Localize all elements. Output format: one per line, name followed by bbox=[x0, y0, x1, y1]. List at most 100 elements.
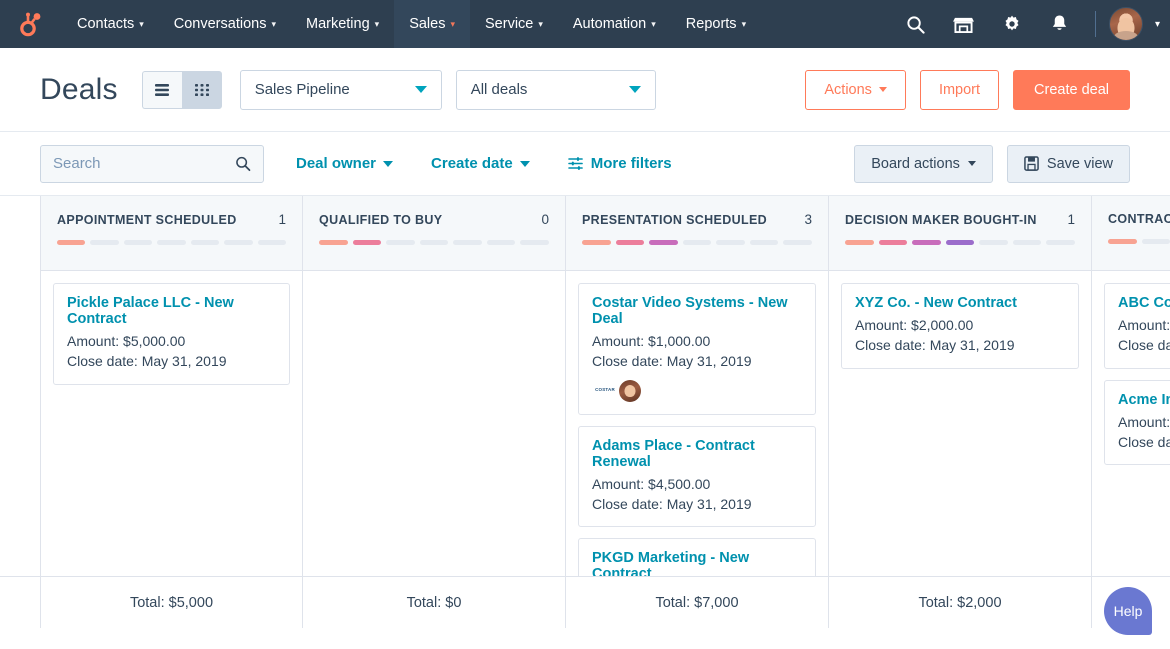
list-view-icon bbox=[155, 83, 170, 96]
column-cards: ABC Company - New Deal Amount: $3,000.00… bbox=[1092, 271, 1170, 576]
more-filters-button[interactable]: More filters bbox=[567, 155, 672, 172]
chevron-down-icon bbox=[519, 160, 530, 167]
stage-segment bbox=[257, 240, 286, 245]
deal-card-amount: Amount: $5,000.00 bbox=[67, 333, 186, 349]
stage-segment bbox=[912, 240, 941, 245]
deal-card[interactable]: Adams Place - Contract Renewal Amount: $… bbox=[578, 425, 816, 528]
nav-item-contacts[interactable]: Contacts ▾ bbox=[62, 0, 159, 48]
search-box[interactable] bbox=[40, 144, 264, 183]
deal-card[interactable]: Pickle Palace LLC - New Contract Amount:… bbox=[53, 283, 290, 385]
nav-item-reports[interactable]: Reports ▾ bbox=[671, 0, 761, 48]
stage-segment bbox=[319, 240, 348, 245]
column-title: PRESENTATION SCHEDULED bbox=[582, 212, 768, 227]
list-view-button[interactable] bbox=[141, 70, 182, 109]
chevron-down-icon: ▾ bbox=[450, 18, 455, 29]
stage-segment bbox=[520, 240, 550, 245]
pipeline-select[interactable]: Sales Pipeline bbox=[239, 69, 442, 110]
deal-owner-filter[interactable]: Deal owner bbox=[296, 155, 394, 172]
deal-card-close-date: Close date: May 31, 2019 bbox=[592, 495, 752, 512]
deal-card-close-date: Close date: May 31, 2019 bbox=[1118, 433, 1170, 450]
nav-label: Service bbox=[485, 16, 534, 32]
stage-segment bbox=[783, 240, 813, 245]
search-icon[interactable] bbox=[894, 0, 938, 48]
chevron-down-icon bbox=[967, 161, 976, 166]
nav-label: Contacts bbox=[77, 16, 135, 32]
filter-sliders-icon bbox=[567, 157, 583, 170]
company-logo-icon[interactable]: COSTAR bbox=[592, 380, 618, 401]
deal-card[interactable]: Acme Inc - Renewal Amount: $2,500.00 Clo… bbox=[1104, 379, 1170, 466]
nav-label: Automation bbox=[572, 16, 647, 32]
deal-card[interactable]: PKGD Marketing - New Contract Amount: $1… bbox=[578, 538, 816, 576]
chevron-down-icon[interactable]: ▾ bbox=[1155, 19, 1160, 30]
stage-segment bbox=[190, 240, 220, 245]
user-avatar[interactable] bbox=[1108, 7, 1143, 41]
chevron-down-icon: ▾ bbox=[139, 18, 144, 29]
deal-card-title[interactable]: XYZ Co. - New Contract bbox=[855, 295, 1065, 311]
grid-view-icon bbox=[194, 83, 209, 96]
primary-nav-items: Contacts ▾ Conversations ▾ Marketing ▾ S… bbox=[62, 0, 761, 48]
stage-segment bbox=[224, 240, 253, 245]
column-total: Total: $2,000 bbox=[829, 577, 1092, 628]
nav-label: Conversations bbox=[173, 16, 267, 32]
deal-card[interactable]: XYZ Co. - New Contract Amount: $2,000.00… bbox=[841, 283, 1079, 369]
board-actions-button[interactable]: Board actions bbox=[854, 144, 993, 183]
nav-item-conversations[interactable]: Conversations ▾ bbox=[159, 0, 291, 48]
nav-right-actions: ▾ bbox=[894, 0, 1170, 48]
help-button[interactable]: Help bbox=[1104, 587, 1152, 635]
stage-segment bbox=[90, 240, 119, 245]
search-input[interactable] bbox=[53, 155, 236, 172]
deal-card-title[interactable]: Costar Video Systems - New Deal bbox=[592, 295, 802, 327]
marketplace-icon[interactable] bbox=[942, 0, 986, 48]
column-cards: Costar Video Systems - New Deal Amount: … bbox=[566, 271, 828, 576]
deal-card-title[interactable]: PKGD Marketing - New Contract bbox=[592, 550, 802, 576]
deal-card-associations: COSTAR bbox=[592, 379, 802, 402]
column-total: Total: $7,000 bbox=[566, 577, 829, 628]
deal-card[interactable]: ABC Company - New Deal Amount: $3,000.00… bbox=[1104, 283, 1170, 369]
chevron-down-icon: ▾ bbox=[271, 18, 276, 29]
board-columns: APPOINTMENT SCHEDULED 1 Pickle Palace LL… bbox=[40, 196, 1170, 576]
nav-item-marketing[interactable]: Marketing ▾ bbox=[291, 0, 394, 48]
nav-item-automation[interactable]: Automation ▾ bbox=[558, 0, 671, 48]
deal-card-amount: Amount: $4,500.00 bbox=[592, 475, 711, 492]
sprocket-icon bbox=[20, 12, 41, 37]
deal-card[interactable]: Costar Video Systems - New Deal Amount: … bbox=[578, 283, 816, 415]
filter-bar: Deal owner Create date More filters Boar… bbox=[0, 132, 1170, 196]
notifications-bell-icon[interactable] bbox=[1038, 0, 1082, 48]
create-deal-button[interactable]: Create deal bbox=[1013, 69, 1130, 110]
stage-segment bbox=[979, 240, 1008, 245]
deal-card-title[interactable]: Adams Place - Contract Renewal bbox=[592, 438, 802, 470]
stage-segment bbox=[1046, 240, 1076, 245]
deal-card-close-date: Close date: May 31, 2019 bbox=[67, 353, 227, 370]
hubspot-logo[interactable] bbox=[0, 0, 62, 48]
deal-card-amount: Amount: $2,500.00 bbox=[1118, 413, 1170, 430]
actions-button[interactable]: Actions bbox=[805, 69, 906, 110]
chevron-down-icon bbox=[414, 86, 427, 93]
stage-segment bbox=[1012, 240, 1042, 245]
nav-item-sales[interactable]: Sales ▾ bbox=[394, 0, 470, 48]
board-column-decision-maker-bought-in: DECISION MAKER BOUGHT-IN 1 XYZ Co. - New… bbox=[829, 196, 1092, 576]
stage-segment bbox=[878, 240, 908, 245]
board-view-button[interactable] bbox=[181, 70, 222, 109]
actions-button-label: Actions bbox=[824, 81, 872, 98]
search-icon[interactable] bbox=[235, 155, 251, 172]
nav-label: Sales bbox=[409, 16, 446, 32]
column-title: DECISION MAKER BOUGHT-IN bbox=[845, 212, 1037, 227]
nav-item-service[interactable]: Service ▾ bbox=[470, 0, 558, 48]
contact-avatar[interactable] bbox=[619, 379, 641, 402]
column-cards bbox=[303, 271, 565, 576]
column-header: CONTRACT SENT bbox=[1092, 196, 1170, 271]
column-count: 0 bbox=[541, 212, 549, 227]
deals-filter-value: All deals bbox=[470, 81, 528, 98]
stage-segment bbox=[582, 240, 611, 245]
create-date-filter[interactable]: Create date bbox=[431, 155, 530, 172]
deal-card-title[interactable]: Pickle Palace LLC - New Contract bbox=[67, 295, 276, 327]
pipeline-select-value: Sales Pipeline bbox=[254, 81, 350, 98]
column-cards: XYZ Co. - New Contract Amount: $2,000.00… bbox=[829, 271, 1091, 576]
deals-filter-select[interactable]: All deals bbox=[455, 69, 656, 110]
deal-card-title[interactable]: ABC Company - New Deal bbox=[1118, 295, 1170, 311]
settings-gear-icon[interactable] bbox=[990, 0, 1034, 48]
deal-card-title[interactable]: Acme Inc - Renewal bbox=[1118, 392, 1170, 408]
import-button[interactable]: Import bbox=[919, 69, 1000, 110]
chevron-down-icon bbox=[628, 86, 641, 93]
save-view-button[interactable]: Save view bbox=[1006, 144, 1130, 183]
